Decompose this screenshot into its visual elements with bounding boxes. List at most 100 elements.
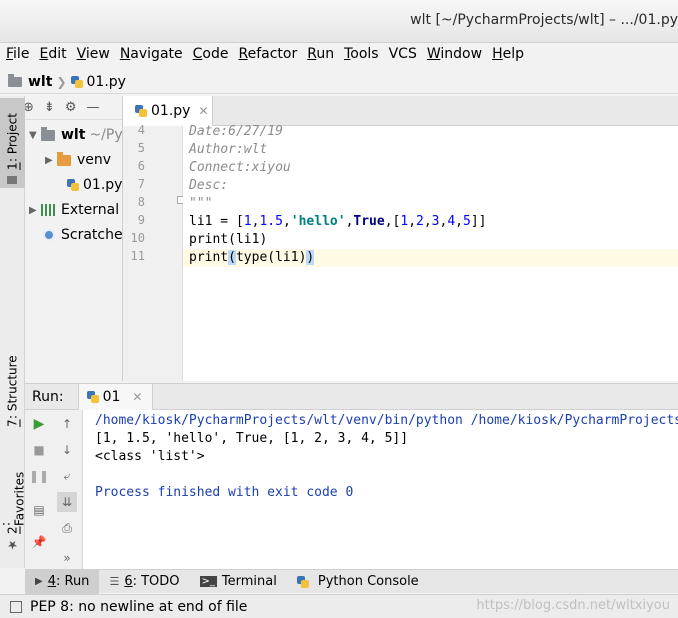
window-title: wlt [~/PycharmProjects/wlt] – .../01.py xyxy=(410,12,678,28)
menu-window[interactable]: Window xyxy=(421,43,482,67)
code-line: Date:6/27/19 xyxy=(189,124,283,139)
breadcrumb-project[interactable]: wlt xyxy=(28,74,52,90)
console-line: /home/kiosk/PycharmProjects/wlt/venv/bin… xyxy=(95,413,678,428)
menu-view[interactable]: View xyxy=(71,43,110,67)
library-icon xyxy=(41,204,55,216)
hide-icon[interactable]: — xyxy=(86,100,99,115)
todo-icon: ☰ xyxy=(109,575,120,588)
menu-bar: File Edit View Navigate Code Refactor Ru… xyxy=(0,43,678,67)
menu-help[interactable]: Help xyxy=(486,43,524,67)
expand-right-icon: ▶ xyxy=(29,204,37,216)
up-arrow-icon[interactable]: ↑ xyxy=(57,414,77,434)
code-line: li1 = [1,1.5,'hello',True,[1,2,3,4,5]] xyxy=(189,214,487,229)
console-line: Process finished with exit code 0 xyxy=(95,485,354,500)
run-tool-window: Run: 01 ✕ ▶ ↑ ■ ↓ ❚❚ ⤶ ⇊ ▤ ⎙ 📌 » /home/k… xyxy=(25,383,678,569)
tab-python-console[interactable]: Python Console xyxy=(287,570,429,594)
line-number: 11 xyxy=(130,249,145,263)
pin-icon[interactable]: 📌 xyxy=(29,532,49,552)
run-tab-01[interactable]: 01 ✕ xyxy=(77,383,154,410)
python-console-icon xyxy=(296,575,309,588)
python-file-icon xyxy=(86,390,99,403)
tree-item-scratches[interactable]: Scratche xyxy=(43,223,122,247)
menu-refactor[interactable]: Refactor xyxy=(232,43,297,67)
editor: 01.py ✕ 4 5 6 7 8 9 10 11 Date:6/27/19 A… xyxy=(123,96,678,381)
close-icon[interactable]: ✕ xyxy=(198,104,208,118)
python-file-icon xyxy=(67,179,79,191)
tab-run[interactable]: ▶ 4: Run xyxy=(25,569,100,594)
scroll-from-source-icon[interactable]: ⊕ xyxy=(25,100,34,115)
more-icon[interactable]: » xyxy=(57,548,77,568)
folder-icon xyxy=(8,73,22,87)
status-message: PEP 8: no newline at end of file xyxy=(30,598,248,615)
python-file-icon xyxy=(70,75,83,88)
line-number: 10 xyxy=(130,231,145,245)
run-label: Run: xyxy=(32,388,64,405)
run-header: Run: 01 ✕ xyxy=(25,383,678,410)
tree-item-external[interactable]: ▶ External xyxy=(29,198,119,222)
line-number: 4 xyxy=(137,123,145,137)
print-icon[interactable]: ⎙ xyxy=(57,518,77,538)
console-output[interactable]: /home/kiosk/PycharmProjects/wlt/venv/bin… xyxy=(83,410,678,569)
project-panel: ⊕ ⇟ ⚙ — ▼ wlt ~/Py ▶ venv 01.py ▶ Extern… xyxy=(25,96,123,381)
folder-icon xyxy=(41,126,55,141)
status-bar: PEP 8: no newline at end of file https:/… xyxy=(0,594,678,618)
collapse-all-icon[interactable]: ⇟ xyxy=(44,100,55,115)
tab-favorites[interactable]: ★ 2: Favorites xyxy=(0,466,27,556)
scratches-icon xyxy=(43,229,55,241)
menu-edit[interactable]: Edit xyxy=(33,43,66,67)
menu-navigate[interactable]: Navigate xyxy=(114,43,183,67)
tool-windows-icon[interactable] xyxy=(10,600,22,613)
menu-run[interactable]: Run xyxy=(301,43,334,67)
editor-tab-bar: 01.py ✕ xyxy=(123,96,678,126)
window-titlebar: wlt [~/PycharmProjects/wlt] – .../01.py xyxy=(0,0,678,43)
code-line: Desc: xyxy=(189,178,229,193)
tree-item-venv[interactable]: ▶ venv xyxy=(45,148,111,172)
rerun-icon[interactable]: ▶ xyxy=(29,414,49,434)
layout-icon[interactable]: ▤ xyxy=(29,500,49,520)
tab-structure[interactable]: 7: Structure xyxy=(0,351,25,431)
bottom-tool-tabs: ▶ 4: Run ☰ 6: TODO >_ Terminal Python Co… xyxy=(25,569,678,594)
line-number: 7 xyxy=(137,177,145,191)
tab-01-py[interactable]: 01.py ✕ xyxy=(123,96,213,126)
python-file-icon xyxy=(135,105,147,117)
tab-project[interactable]: 1: Project xyxy=(0,98,25,188)
code-line: Connect:xiyou xyxy=(189,160,291,175)
line-number: 6 xyxy=(137,159,145,173)
line-number-gutter: 4 5 6 7 8 9 10 11 xyxy=(123,123,185,381)
line-number: 5 xyxy=(137,141,145,155)
tab-todo[interactable]: ☰ 6: TODO xyxy=(99,570,189,594)
tree-item-root[interactable]: ▼ wlt ~/Py xyxy=(29,123,122,147)
menu-code[interactable]: Code xyxy=(187,43,229,67)
menu-file[interactable]: File xyxy=(0,43,29,67)
watermark: https://blog.csdn.net/wltxiyou xyxy=(476,598,670,613)
project-toolbar: ⊕ ⇟ ⚙ — xyxy=(25,96,122,120)
chevron-right-icon: ❯ xyxy=(56,74,67,89)
gear-icon[interactable]: ⚙ xyxy=(65,100,77,115)
stop-icon[interactable]: ■ xyxy=(29,440,49,460)
menu-vcs[interactable]: VCS xyxy=(383,43,417,67)
breadcrumb-file[interactable]: 01.py xyxy=(87,74,126,90)
code-line: """ xyxy=(189,196,213,211)
pause-icon[interactable]: ❚❚ xyxy=(29,466,49,486)
folder-icon xyxy=(7,176,18,184)
down-arrow-icon[interactable]: ↓ xyxy=(57,440,77,460)
soft-wrap-icon[interactable]: ⤶ xyxy=(57,466,77,486)
console-line: [1, 1.5, 'hello', True, [1, 2, 3, 4, 5]] xyxy=(95,431,409,446)
scroll-to-end-icon[interactable]: ⇊ xyxy=(57,492,77,512)
tab-terminal[interactable]: >_ Terminal xyxy=(190,570,287,594)
tree-item-file[interactable]: 01.py xyxy=(67,173,122,197)
line-number: 8 xyxy=(137,195,145,209)
code-line: print(li1) xyxy=(189,232,268,247)
left-tool-strip: 1: Project 7: Structure ★ 2: Favorites xyxy=(0,96,27,568)
breadcrumb: wlt ❯ 01.py xyxy=(0,70,678,94)
console-line: <class 'list'> xyxy=(95,449,205,464)
close-icon[interactable]: ✕ xyxy=(132,390,142,404)
expand-right-icon: ▶ xyxy=(45,154,53,166)
code-area[interactable]: Date:6/27/19 Author:wlt Connect:xiyou De… xyxy=(183,124,678,381)
line-number: 9 xyxy=(137,213,145,227)
run-icon: ▶ xyxy=(35,576,43,587)
menu-tools[interactable]: Tools xyxy=(338,43,379,67)
star-icon: ★ xyxy=(5,538,20,552)
code-line: Author:wlt xyxy=(189,142,268,157)
